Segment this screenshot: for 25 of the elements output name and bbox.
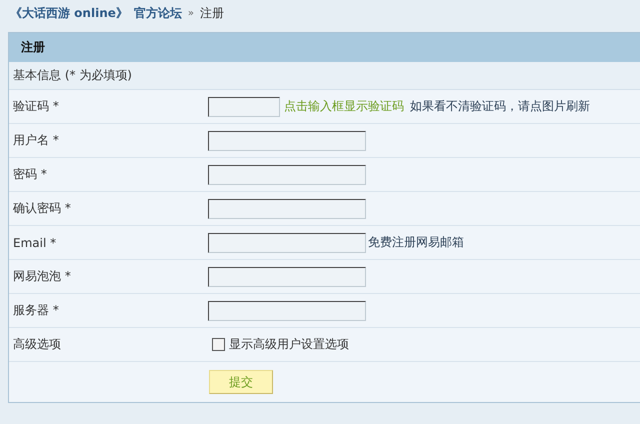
checkbox[interactable] [212, 338, 225, 351]
email-register-link[interactable]: 免费注册网易邮箱 [368, 234, 464, 251]
field-label: 密码 * [12, 166, 48, 183]
input-field[interactable] [208, 130, 366, 150]
field-label: Email * [12, 236, 58, 250]
panel-title: 注册 [9, 33, 640, 62]
input-field[interactable] [208, 266, 366, 286]
checkbox-label: 显示高级用户设置选项 [229, 336, 349, 353]
field-label: 用户名 * [12, 132, 60, 149]
field-label: 验证码 * [12, 98, 60, 115]
field-label: 网易泡泡 * [12, 268, 72, 285]
input-field[interactable] [208, 300, 366, 320]
captcha-hint: 如果看不清验证码，请点图片刷新 [410, 98, 590, 115]
breadcrumb-separator: » [188, 8, 194, 18]
field-label: 高级选项 [12, 336, 62, 353]
board-link[interactable]: 官方论坛 [134, 4, 182, 22]
input-field[interactable] [208, 232, 366, 252]
input-field[interactable] [208, 198, 366, 218]
field-label: 服务器 * [12, 302, 60, 319]
captcha-field[interactable] [208, 96, 280, 116]
input-field[interactable] [208, 164, 366, 184]
breadcrumb-current: 注册 [200, 4, 224, 22]
field-label: 确认密码 * [12, 200, 72, 217]
forum-link[interactable]: 《大话西游 online》 [10, 4, 128, 22]
section-title: 基本信息 (* 为必填项) [9, 62, 640, 90]
